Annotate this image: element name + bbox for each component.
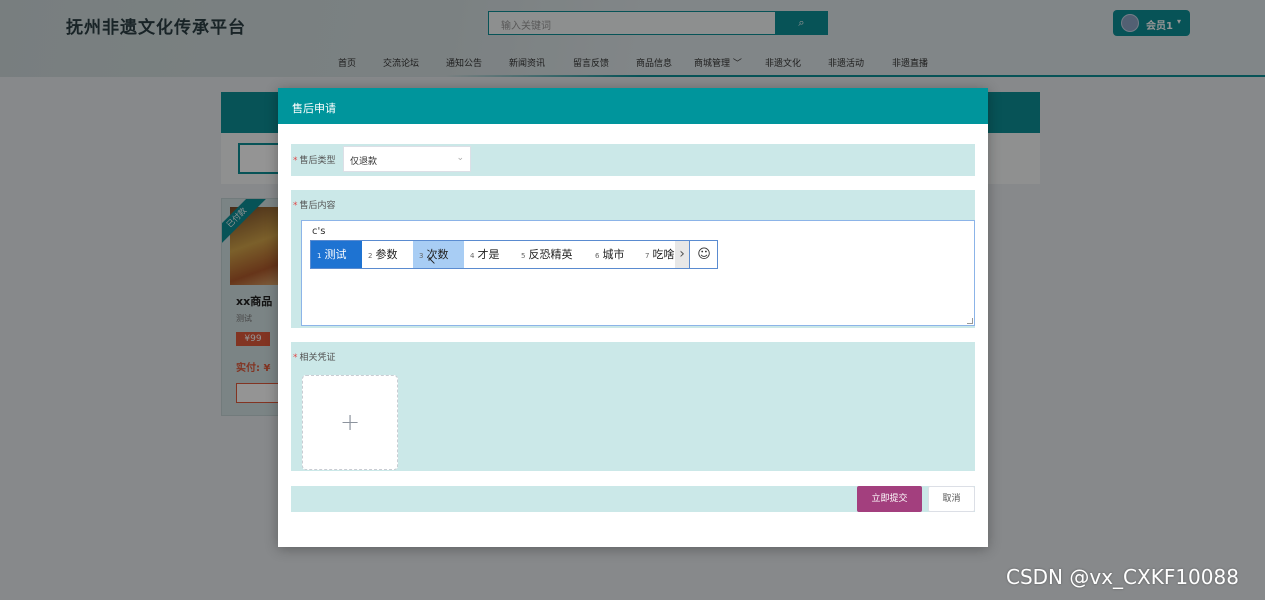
- plus-icon: +: [339, 408, 361, 436]
- after-sale-content-textarea[interactable]: c's 1 测试 2 参数 3 次数 4 才是 5 反恐精英 6 城市 7 吃啥 › ☺ ↖: [301, 220, 975, 326]
- mouse-pointer-icon: ↖: [427, 254, 437, 267]
- ime-candidate[interactable]: 6 城市: [589, 241, 639, 268]
- after-sale-dialog: 售后申请 * 售后类型 仅退款 ⌄ * 售后内容 c's 1 测试 2 参数 3 次数 4…: [278, 88, 988, 547]
- after-sale-type-row: * 售后类型 仅退款 ⌄: [291, 144, 975, 176]
- dialog-title: 售后申请: [278, 88, 988, 124]
- submit-button[interactable]: 立即提交: [857, 486, 922, 512]
- resize-handle[interactable]: [967, 318, 973, 324]
- proof-row: * 相关凭证 +: [291, 342, 975, 471]
- ime-candidate[interactable]: 3 次数: [413, 241, 464, 268]
- ime-candidate[interactable]: 7 吃啥: [639, 241, 675, 268]
- chevron-right-icon[interactable]: ›: [675, 241, 689, 268]
- ime-candidate[interactable]: 1 测试: [311, 241, 362, 268]
- after-sale-content-label: * 售后内容: [293, 201, 336, 211]
- ime-candidate[interactable]: 4 才是: [464, 241, 515, 268]
- ime-candidate[interactable]: 2 参数: [362, 241, 413, 268]
- after-sale-content-row: * 售后内容 c's 1 测试 2 参数 3 次数 4 才是 5 反恐精英 6 城市 7 吃啥 …: [291, 190, 975, 328]
- ime-candidate-bar: 1 测试 2 参数 3 次数 4 才是 5 反恐精英 6 城市 7 吃啥 › ☺ ↖: [310, 240, 718, 269]
- after-sale-type-label: * 售后类型: [293, 156, 336, 166]
- ime-candidate[interactable]: 5 反恐精英: [515, 241, 589, 268]
- emoji-icon[interactable]: ☺: [690, 241, 718, 268]
- upload-button[interactable]: +: [302, 375, 398, 470]
- after-sale-type-select[interactable]: 仅退款 ⌄: [343, 146, 471, 172]
- watermark-text: CSDN @vx_CXKF10088: [1006, 565, 1239, 589]
- dialog-actions: 立即提交 取消: [291, 486, 975, 512]
- cancel-button[interactable]: 取消: [928, 486, 975, 512]
- typed-text: c's: [312, 226, 326, 237]
- after-sale-type-value: 仅退款: [350, 157, 378, 167]
- proof-label: * 相关凭证: [293, 353, 336, 363]
- chevron-down-icon: ⌄: [456, 153, 464, 163]
